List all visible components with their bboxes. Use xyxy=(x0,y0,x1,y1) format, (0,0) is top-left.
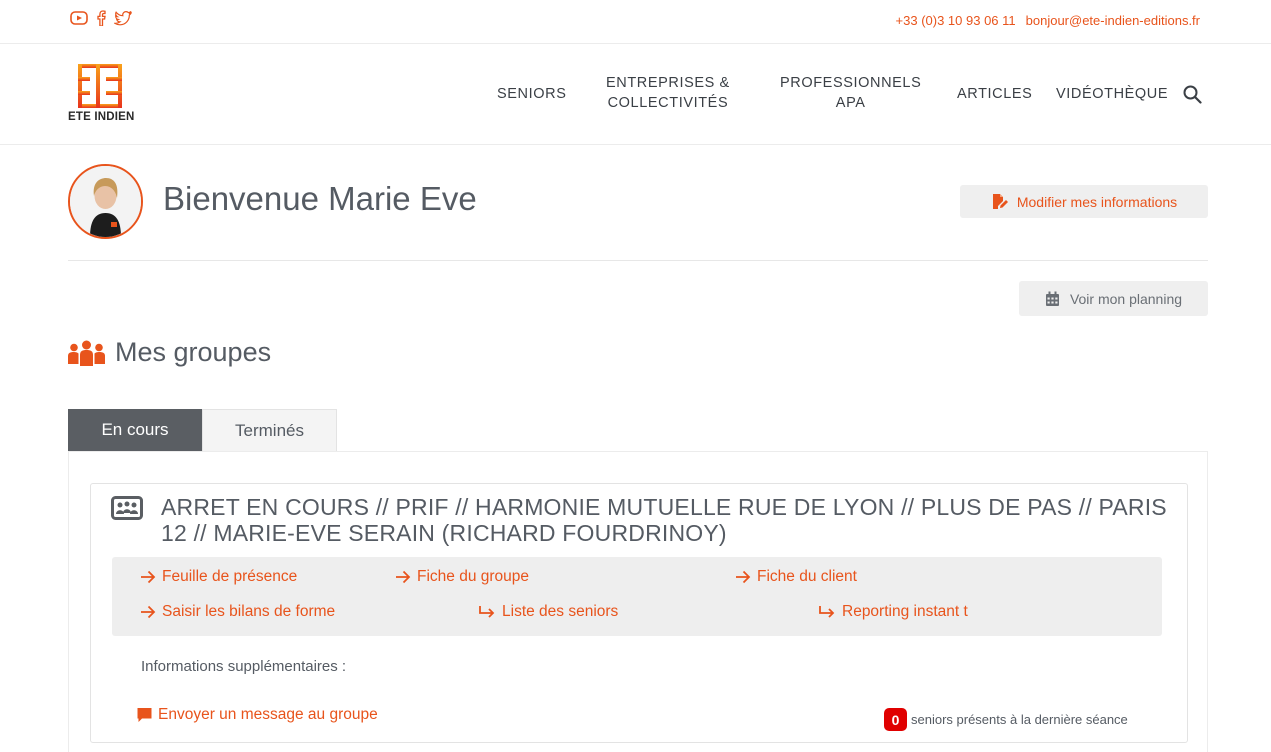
social-links xyxy=(70,10,132,26)
tab-en-cours[interactable]: En cours xyxy=(68,409,202,451)
chalkboard-teacher-icon xyxy=(111,496,143,525)
welcome-title: Bienvenue Marie Eve xyxy=(163,180,477,217)
logo-mark-icon xyxy=(78,64,122,108)
group-people-icon xyxy=(68,340,105,366)
reporting-link[interactable]: Reporting instant t xyxy=(818,603,968,621)
client-file-link[interactable]: Fiche du client xyxy=(735,568,857,586)
calendar-icon xyxy=(1045,291,1059,306)
twitter-icon[interactable] xyxy=(114,10,132,26)
group-file-link[interactable]: Fiche du groupe xyxy=(395,568,529,586)
search-icon[interactable] xyxy=(1183,85,1202,109)
nav-entreprises[interactable]: ENTREPRISES & COLLECTIVITÉS xyxy=(606,73,730,113)
groups-panel: ARRET EN COURS // PRIF // HARMONIE MUTUE… xyxy=(68,451,1208,752)
group-actions: Feuille de présence Fiche du groupe Fich… xyxy=(112,557,1162,636)
additional-info-label: Informations supplémentaires : xyxy=(141,658,347,675)
fitness-assessment-link[interactable]: Saisir les bilans de forme xyxy=(140,603,335,621)
tab-termines[interactable]: Terminés xyxy=(202,409,337,451)
planning-button[interactable]: Voir mon planning xyxy=(1019,281,1208,316)
nav-videotheque[interactable]: VIDÉOTHÈQUE xyxy=(1056,84,1168,104)
modify-info-button[interactable]: Modifier mes informations xyxy=(960,185,1208,218)
edit-document-icon xyxy=(992,193,1008,209)
contact-info: +33 (0)3 10 93 06 11 bonjour@ete-indien-… xyxy=(896,13,1200,28)
message-icon xyxy=(137,707,152,722)
arrow-right-icon xyxy=(736,570,751,584)
seniors-attendance: 0 seniors présents à la dernière séance xyxy=(884,708,1128,731)
main-header: ETE INDIEN SENIORS ENTREPRISES & COLLECT… xyxy=(0,44,1271,145)
send-message-link[interactable]: Envoyer un message au groupe xyxy=(136,706,378,724)
arrow-right-icon xyxy=(396,570,411,584)
groups-heading: Mes groupes xyxy=(68,337,271,368)
seniors-list-link[interactable]: Liste des seniors xyxy=(478,603,618,621)
group-title: ARRET EN COURS // PRIF // HARMONIE MUTUE… xyxy=(161,494,1167,546)
attendance-sheet-link[interactable]: Feuille de présence xyxy=(140,568,297,586)
avatar xyxy=(68,164,143,239)
youtube-icon[interactable] xyxy=(70,11,88,25)
groups-tabs: En cours Terminés xyxy=(68,409,337,451)
logo-text: ETE INDIEN xyxy=(68,111,135,123)
divider xyxy=(68,260,1208,261)
email-link[interactable]: bonjour@ete-indien-editions.fr xyxy=(1026,13,1200,28)
arrow-turn-right-icon xyxy=(819,606,835,618)
top-bar: +33 (0)3 10 93 06 11 bonjour@ete-indien-… xyxy=(0,0,1271,44)
nav-articles[interactable]: ARTICLES xyxy=(957,84,1032,104)
count-badge: 0 xyxy=(884,708,907,731)
arrow-right-icon xyxy=(141,570,156,584)
facebook-icon[interactable] xyxy=(96,10,106,26)
arrow-turn-right-icon xyxy=(479,606,495,618)
nav-professionnels[interactable]: PROFESSIONNELS APA xyxy=(780,73,921,113)
phone-link[interactable]: +33 (0)3 10 93 06 11 xyxy=(896,13,1016,28)
nav-seniors[interactable]: SENIORS xyxy=(497,84,566,104)
group-card: ARRET EN COURS // PRIF // HARMONIE MUTUE… xyxy=(90,483,1188,743)
arrow-right-icon xyxy=(141,605,156,619)
